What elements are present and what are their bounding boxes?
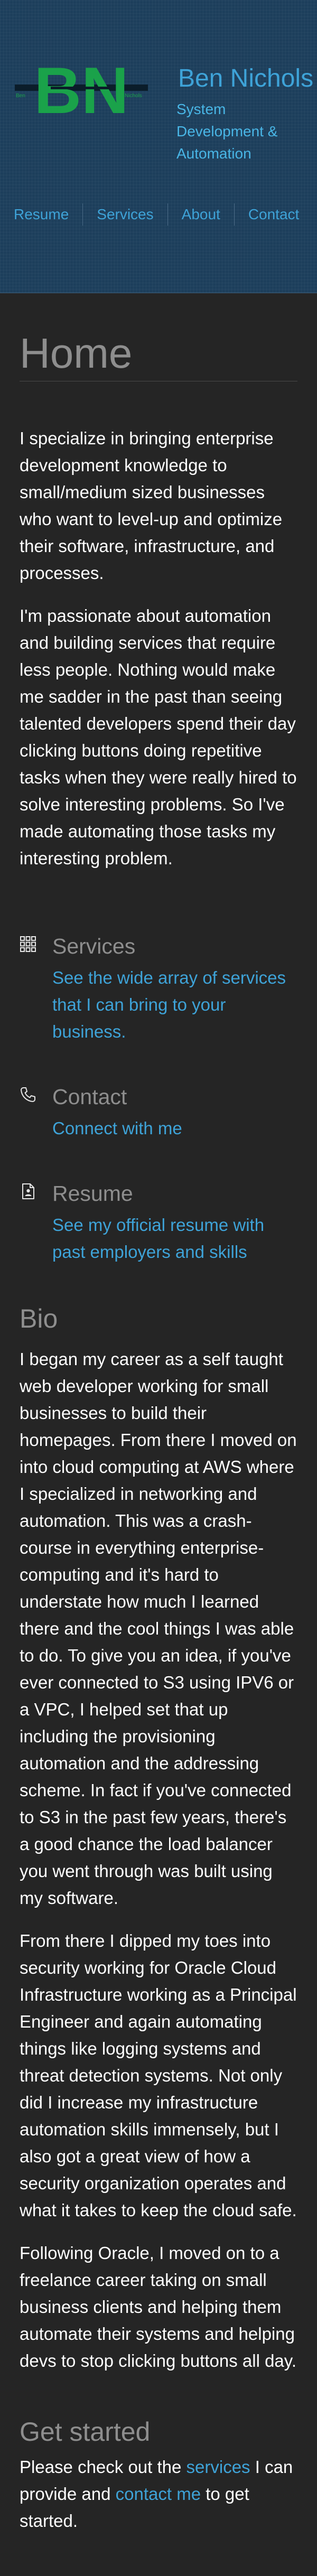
bio-paragraph: I began my career as a self taught web d…	[20, 1349, 297, 1908]
grid-icon	[20, 936, 36, 953]
bio-paragraph: From there I dipped my toes into securit…	[20, 1931, 297, 2220]
bio-paragraph: Following Oracle, I moved on to a freela…	[20, 2243, 297, 2370]
main-nav: Resume Services About Contact	[0, 203, 317, 226]
feature-contact: Contact Connect with me	[20, 1082, 297, 1142]
nav-resume[interactable]: Resume	[0, 203, 82, 226]
get-started-heading: Get started	[20, 2417, 151, 2447]
bio-heading: Bio	[20, 1304, 58, 1333]
logo-left-text: Ben	[16, 93, 25, 99]
feature-title: Resume	[52, 1181, 133, 1206]
get-started-text: Please check out the	[20, 2457, 187, 2477]
site-header: BN Ben Nichols Ben Nichols System Develo…	[0, 0, 317, 293]
services-link[interactable]: See the wide array of services that I ca…	[52, 964, 297, 1045]
feature-resume: Resume See my official resume with past …	[20, 1179, 297, 1265]
feature-list: Services See the wide array of services …	[20, 931, 297, 1265]
intro-paragraph: I specialize in bringing enterprise deve…	[20, 428, 283, 583]
brand-logo[interactable]: BN Ben Nichols	[15, 59, 148, 118]
feature-title: Services	[52, 934, 136, 958]
nav-services[interactable]: Services	[82, 203, 167, 226]
bn-logo-icon: BN Ben Nichols	[15, 59, 148, 118]
resume-link[interactable]: See my official resume with past employe…	[52, 1211, 297, 1265]
nav-about[interactable]: About	[167, 203, 234, 226]
brand-tagline: System Development & Automation	[176, 101, 278, 162]
contact-link[interactable]: Connect with me	[52, 1115, 297, 1142]
services-inline-link[interactable]: services	[187, 2457, 250, 2477]
main-content: Home I specialize in bringing enterprise…	[0, 329, 317, 2534]
brand: Ben Nichols System Development & Automat…	[174, 59, 317, 165]
nav-contact[interactable]: Contact	[234, 203, 313, 226]
get-started-paragraph: Please check out the services I can prov…	[20, 2453, 297, 2534]
feature-title: Contact	[52, 1085, 127, 1109]
intro-paragraph: I'm passionate about automation and buil…	[20, 606, 297, 868]
logo-right-text: Nichols	[125, 93, 142, 99]
phone-icon	[20, 1086, 36, 1103]
contact-inline-link[interactable]: contact me	[116, 2484, 201, 2504]
document-icon	[20, 1183, 36, 1200]
brand-name[interactable]: Ben Nichols	[174, 59, 317, 98]
feature-services: Services See the wide array of services …	[20, 931, 297, 1045]
page-title: Home	[20, 329, 297, 381]
